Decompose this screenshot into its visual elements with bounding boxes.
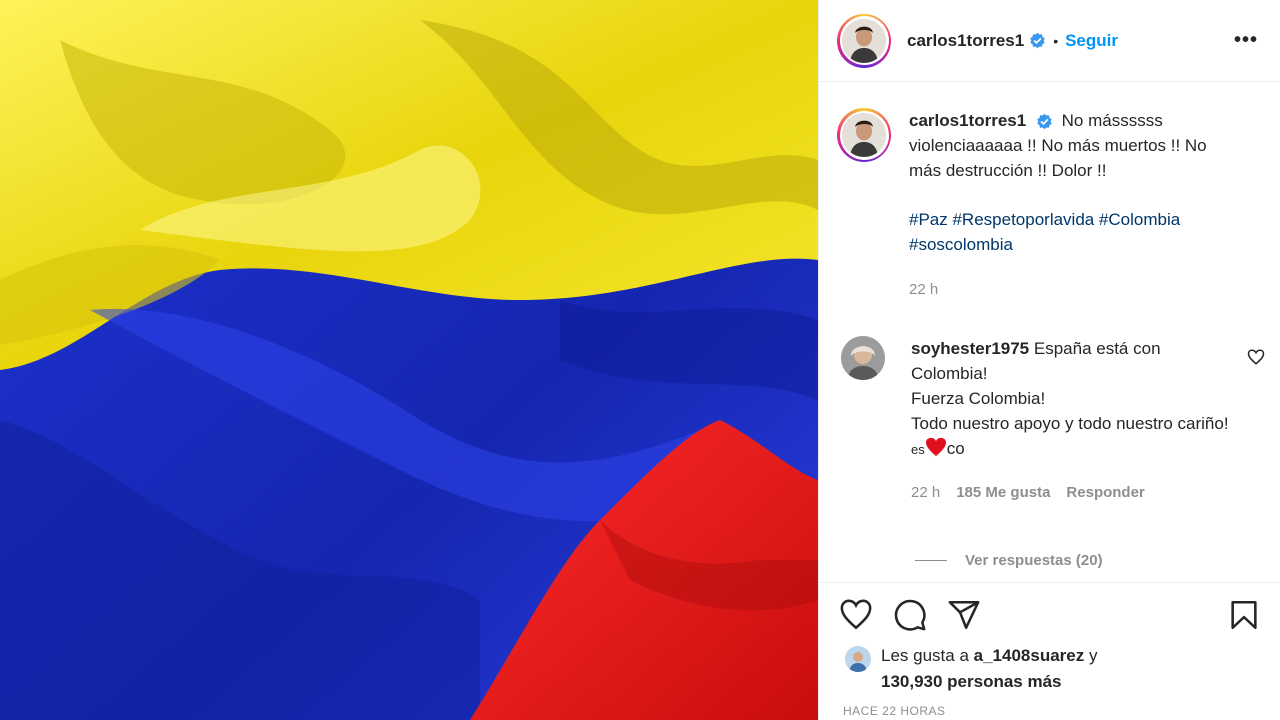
likes-text: Les gusta a a_1408suarez y 130,930 perso…: [881, 643, 1097, 695]
comment-username[interactable]: soyhester1975: [911, 339, 1029, 358]
replies-divider: [915, 560, 947, 561]
comment: soyhester1975 España está con Colombia! …: [841, 336, 1271, 505]
post-header: carlos1torres1 • Seguir •••: [819, 0, 1280, 82]
action-bar: [819, 582, 1280, 646]
caption-hashtags[interactable]: #Paz #Respetoporlavida #Colombia #soscol…: [909, 207, 1239, 257]
avatar-image: [842, 18, 886, 63]
comment-co: co: [946, 439, 965, 458]
caption-text-block: carlos1torres1 No mássssss violenciaaaaa…: [909, 108, 1239, 302]
follow-button[interactable]: Seguir: [1065, 31, 1118, 51]
bookmark-icon[interactable]: [1227, 598, 1261, 632]
caption-avatar-image: [842, 113, 886, 157]
comment-time: 22 h: [911, 484, 941, 501]
comment-icon[interactable]: [893, 598, 927, 632]
caption-username[interactable]: carlos1torres1: [909, 111, 1026, 130]
comment-line2: Colombia!: [911, 364, 988, 383]
comment-es: es: [911, 442, 925, 457]
comment-meta: 22 h 185 Me gusta Responder: [911, 480, 1231, 505]
post-image[interactable]: [0, 0, 818, 720]
comment-body: soyhester1975 España está con Colombia! …: [911, 336, 1231, 505]
comment-line1: España está con: [1033, 339, 1161, 358]
likes-and: y: [1088, 646, 1098, 665]
caption: carlos1torres1 No mássssss violenciaaaaa…: [837, 108, 1267, 302]
post-timestamp[interactable]: HACE 22 HORAS: [843, 704, 946, 718]
caption-time: 22 h: [909, 281, 939, 298]
caption-avatar[interactable]: [837, 108, 891, 162]
avatar[interactable]: [837, 13, 891, 68]
comment-line4: Todo nuestro apoyo y todo nuestro cariño…: [911, 414, 1229, 433]
colombia-flag-image: [0, 0, 818, 720]
comment-line5: es co: [911, 436, 1231, 462]
verified-icon: [1030, 32, 1045, 49]
red-heart-emoji-icon: [925, 437, 946, 457]
post-side-panel: carlos1torres1 • Seguir ••• carlos1torre…: [818, 0, 1280, 720]
more-icon[interactable]: •••: [1234, 29, 1258, 52]
likes-count[interactable]: 130,930 personas más: [881, 672, 1062, 691]
comment-line3: Fuerza Colombia!: [911, 389, 1046, 408]
likes-prefix: Les gusta a: [881, 646, 969, 665]
post-username[interactable]: carlos1torres1: [907, 31, 1024, 51]
comment-likes[interactable]: 185 Me gusta: [956, 480, 1050, 505]
heart-icon[interactable]: [839, 598, 873, 632]
comment-avatar[interactable]: [841, 336, 885, 380]
verified-icon: [1037, 113, 1052, 130]
likes-summary: Les gusta a a_1408suarez y 130,930 perso…: [845, 643, 1097, 695]
comment-heart-icon[interactable]: [1247, 348, 1265, 366]
likes-user[interactable]: a_1408suarez: [974, 646, 1085, 665]
comment-reply-button[interactable]: Responder: [1066, 480, 1144, 505]
liker-avatar[interactable]: [845, 646, 871, 672]
share-icon[interactable]: [947, 598, 981, 632]
view-replies-label: Ver respuestas (20): [965, 552, 1103, 569]
view-replies-button[interactable]: Ver respuestas (20): [915, 552, 1103, 569]
separator-dot: •: [1053, 32, 1059, 49]
